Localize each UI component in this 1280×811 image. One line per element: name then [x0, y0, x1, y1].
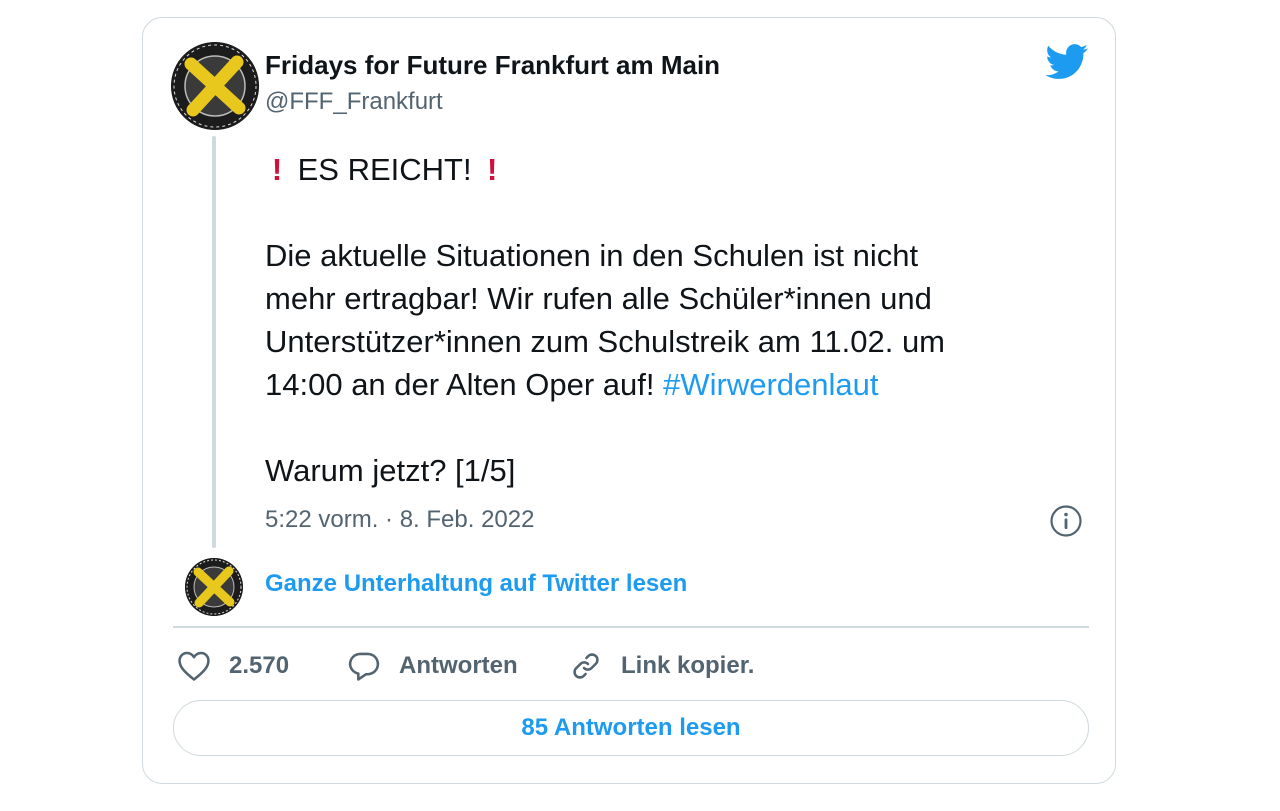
tweet-embed-card: Fridays for Future Frankfurt am Main @FF…: [142, 17, 1116, 784]
tweet-paragraph-line: Die aktuelle Situationen in den Schulen …: [265, 238, 919, 273]
info-icon[interactable]: [1049, 504, 1083, 538]
like-button[interactable]: 2.570: [177, 648, 289, 684]
like-count: 2.570: [229, 652, 290, 679]
copy-link-label: Link kopier.: [621, 652, 755, 679]
hashtag-link[interactable]: #Wirwerdenlaut: [663, 367, 878, 402]
tweet-text: ! ES REICHT! ! Die aktuelle Situationen …: [265, 148, 1095, 492]
tweet-paragraph-line-last: 14:00 an der Alten Oper auf! #Wirwerdenl…: [265, 363, 1095, 406]
reply-button[interactable]: Antworten: [347, 648, 518, 684]
exclamation-icon: !: [271, 152, 283, 187]
speech-bubble-icon: [348, 652, 380, 681]
fff-logo: [171, 42, 259, 130]
chain-link-icon: [573, 653, 599, 679]
exclamation-icon: !: [487, 152, 498, 187]
tweet-paragraph-text: 14:00 an der Alten Oper auf!: [265, 367, 664, 402]
tweet-headline: ! ES REICHT! !: [265, 148, 1095, 191]
fff-logo-small: [185, 558, 243, 616]
copy-link-button[interactable]: Link kopier.: [569, 648, 754, 684]
headline-text: ES REICHT!: [297, 152, 472, 187]
author-avatar-small[interactable]: [185, 558, 243, 616]
divider: [173, 626, 1089, 628]
author-name[interactable]: Fridays for Future Frankfurt am Main: [265, 50, 720, 81]
thread-line: [212, 136, 216, 548]
tweet-paragraph-line: Unterstützer*innen zum Schulstreik am 11…: [265, 324, 946, 359]
tweet-paragraph-line: mehr ertragbar! Wir rufen alle Schüler*i…: [265, 281, 932, 316]
twitter-bird-icon[interactable]: [1045, 44, 1089, 80]
read-replies-label: 85 Antworten lesen: [521, 714, 741, 741]
tweet-timestamp[interactable]: 5:22 vorm. · 8. Feb. 2022: [265, 506, 534, 534]
read-full-conversation-link[interactable]: Ganze Unterhaltung auf Twitter lesen: [265, 570, 687, 598]
author-avatar[interactable]: [171, 42, 259, 130]
author-handle[interactable]: @FFF_Frankfurt: [265, 88, 443, 116]
tweet-closing: Warum jetzt? [1/5]: [265, 453, 516, 488]
heart-icon: [178, 651, 210, 681]
read-replies-button[interactable]: 85 Antworten lesen: [173, 700, 1089, 756]
reply-label: Antworten: [399, 652, 518, 679]
